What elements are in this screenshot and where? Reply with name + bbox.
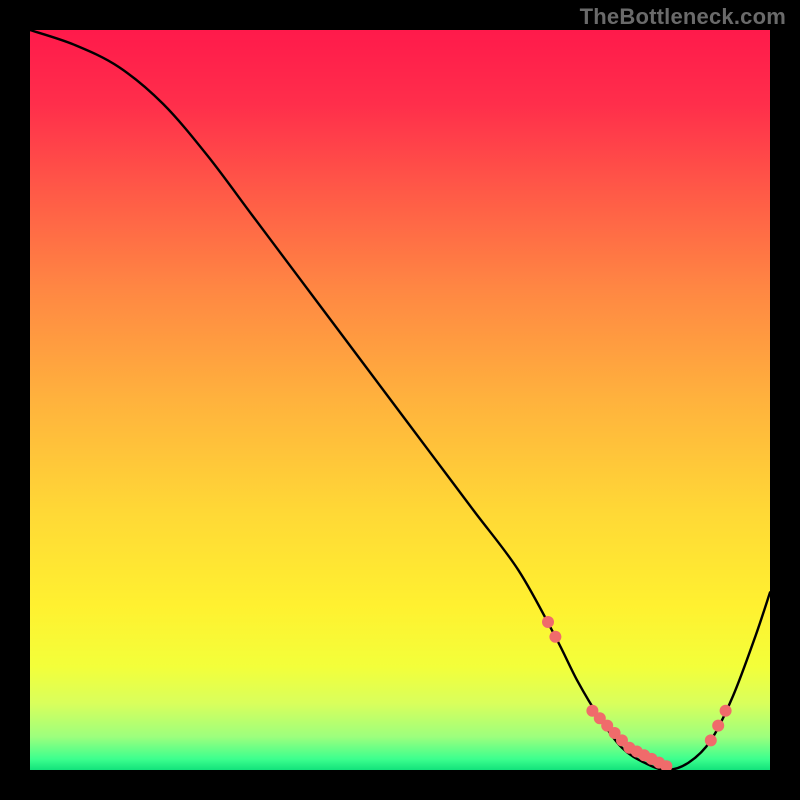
attribution-text: TheBottleneck.com	[580, 4, 786, 30]
data-point	[542, 616, 554, 628]
bottleneck-chart	[30, 30, 770, 770]
data-point	[720, 705, 732, 717]
data-point	[705, 734, 717, 746]
gradient-background	[30, 30, 770, 770]
chart-container: TheBottleneck.com	[0, 0, 800, 800]
data-point	[549, 631, 561, 643]
chart-svg	[30, 30, 770, 770]
data-point	[712, 720, 724, 732]
